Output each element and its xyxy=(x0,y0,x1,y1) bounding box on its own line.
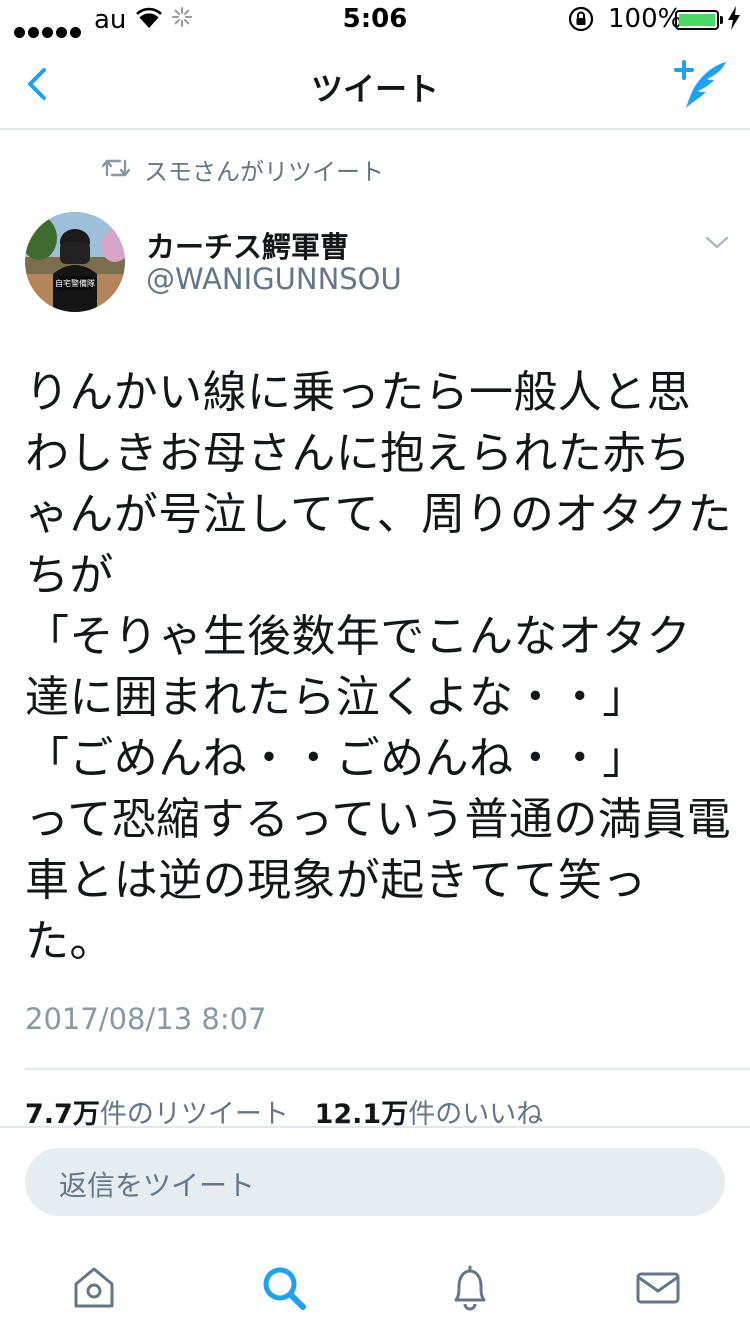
divider xyxy=(25,1068,750,1070)
bottom-bar: 返信をツイート xyxy=(0,1126,750,1336)
avatar-patch-text: 自宅警備隊 xyxy=(55,278,95,288)
battery-level-fill xyxy=(679,14,715,26)
battery-percentage: 100% xyxy=(608,4,683,34)
battery-icon xyxy=(675,10,719,30)
battery-nub xyxy=(720,16,723,24)
search-icon[interactable] xyxy=(258,1262,310,1314)
messages-icon[interactable] xyxy=(632,1262,684,1314)
charging-bolt-icon xyxy=(728,6,740,30)
author-handle[interactable]: @WANIGUNNSOU xyxy=(146,262,402,296)
tweet-timestamp: 2017/08/13 8:07 xyxy=(25,1002,267,1036)
avatar[interactable]: 自宅警備隊 xyxy=(25,212,125,312)
navigation-bar: ツイート xyxy=(0,40,750,130)
retweet-by-text: スモさんがリツイート xyxy=(144,158,384,186)
retweet-icon xyxy=(102,159,130,177)
rotation-lock-icon xyxy=(568,6,594,32)
page-title: ツイート xyxy=(310,70,439,108)
status-bar: au 5:06 100% xyxy=(0,0,750,40)
notifications-icon[interactable] xyxy=(444,1262,496,1314)
chevron-down-icon[interactable] xyxy=(704,234,730,252)
tweet-text: りんかい線に乗ったら一般人と思 わしきお母さんに抱えられた赤ち ゃんが号泣してて… xyxy=(25,367,732,967)
author-name[interactable]: カーチス鰐軍曹 xyxy=(146,224,349,266)
reply-input[interactable]: 返信をツイート xyxy=(25,1148,725,1216)
reply-placeholder: 返信をツイート xyxy=(59,1169,256,1202)
home-icon[interactable] xyxy=(68,1262,120,1314)
compose-tweet-icon[interactable] xyxy=(672,58,730,112)
